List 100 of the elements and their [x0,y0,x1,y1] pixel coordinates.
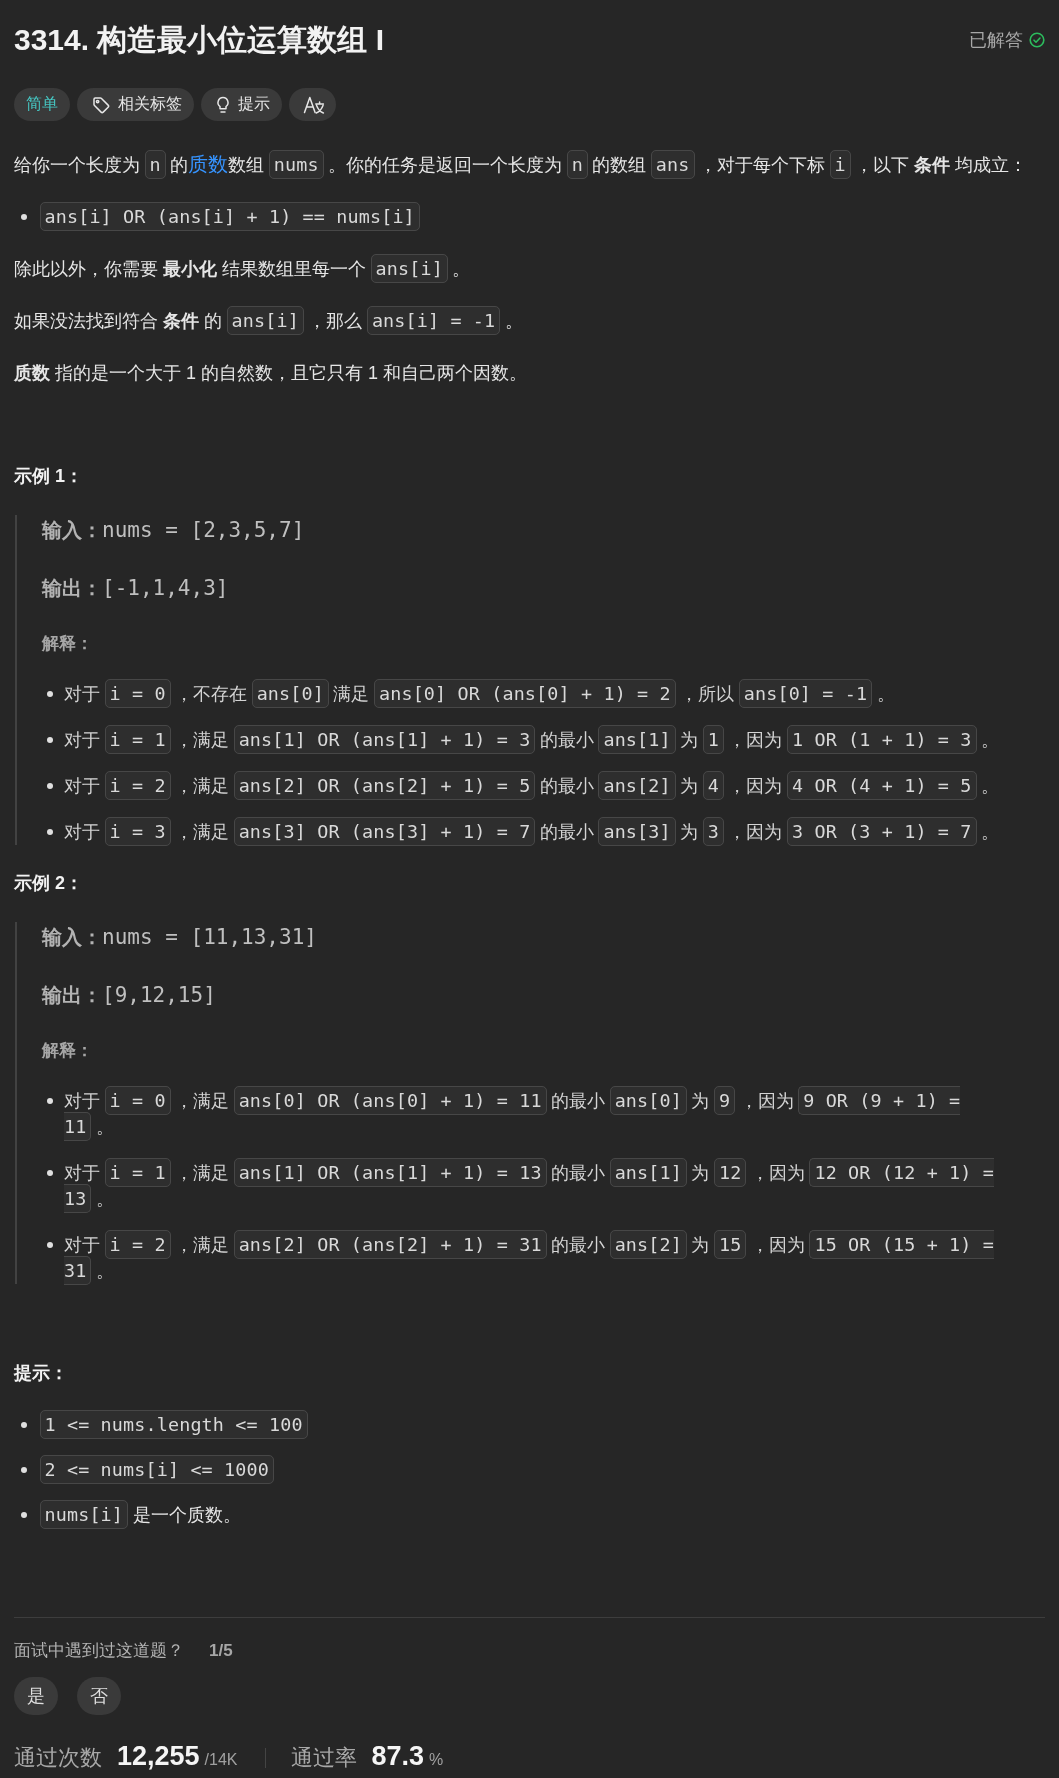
example-heading: 示例 1： [14,465,84,488]
inline-code: i = 2 [104,771,171,800]
bullet-icon [21,1422,27,1428]
inline-code: ans[2] OR (ans[2] + 1) = 31 [233,1230,547,1259]
inline-code: ans[0] = -1 [738,679,873,708]
explanation-text: ，满足 [175,1235,230,1255]
description-text: ，以下 条件 均成立： [855,155,1028,175]
difficulty-tag: 简单 [14,88,70,121]
stat-value: 87.3 [371,1740,425,1773]
constraints-heading: 提示： [14,1362,69,1385]
inline-code: 15 [713,1230,747,1259]
inline-code: ans[1] [609,1158,687,1187]
explanation-text: ，因为 [739,1091,794,1111]
inline-code: ans[2] [609,1230,687,1259]
explanation-text: 为 [691,1235,710,1255]
stat-value: 12,255 [117,1740,200,1773]
explanation-text: 。 [95,1117,114,1137]
stat-unit: /14K [204,1750,238,1770]
inline-code: ans[1] OR (ans[1] + 1) = 3 [233,725,536,754]
explanation-text: ，所以 [680,684,735,704]
inline-code: ans[2] [598,771,676,800]
description-text: ，那么 [308,311,363,331]
inline-code: i [829,150,851,179]
explanation-text: 为 [691,1091,710,1111]
explanation-text: ，因为 [728,822,783,842]
inline-code: 3 [702,817,724,846]
constraint-text: 是一个质数。 [132,1505,241,1525]
explanation-text: ，满足 [175,822,230,842]
inline-code: 2 <= nums[i] <= 1000 [39,1455,274,1484]
stat-label: 通过次数 [14,1745,102,1772]
hint-button[interactable]: 提示 [201,88,282,121]
answer-button[interactable]: 否 [77,1677,121,1715]
stat-unit: % [429,1750,444,1770]
bullet-icon [21,1467,27,1473]
term-link[interactable]: 质数 [188,153,229,175]
explanation-text: 的最小 [539,822,594,842]
description-text: 数组 [228,155,265,175]
description-text: ，对于每个下标 [699,155,826,175]
explanation-text: 的最小 [539,730,594,750]
inline-code: 4 [702,771,724,800]
input-label: 输入： [42,926,102,948]
description-text: 。你的任务是返回一个长度为 [328,155,563,175]
inline-code: 1 OR (1 + 1) = 3 [787,725,977,754]
bullet-icon [47,828,53,835]
feedback-question: 面试中遇到过这道题？ [14,1640,184,1662]
explanation-label: 解释： [42,1040,94,1062]
bullet-icon [47,1241,53,1248]
input-label: 输入： [42,519,102,541]
inline-code: i = 0 [104,679,171,708]
inline-code: 1 [702,725,724,754]
description-text: 给你一个长度为 [14,155,140,175]
inline-code: i = 3 [104,817,171,846]
inline-code: i = 1 [104,725,171,754]
problem-title: 3314. 构造最小位运算数组 I [14,22,385,58]
inline-code: ans[2] OR (ans[2] + 1) = 5 [233,771,536,800]
topics-button[interactable]: 相关标签 [77,88,194,121]
explanation-text: 对于 [64,1091,100,1111]
explanation-text: 对于 [64,730,100,750]
explanation-text: 对于 [64,1163,100,1183]
inline-code: ans[i] [370,254,448,283]
inline-code: 3 OR (3 + 1) = 7 [787,817,977,846]
description-text: 的数组 [592,155,647,175]
stat-label: 通过率 [290,1745,357,1772]
bullet-icon [47,690,53,697]
solved-status: 已解答 [969,29,1023,52]
translate-button[interactable] [289,88,336,121]
explanation-text: ，因为 [728,730,783,750]
explanation-text: 。 [95,1189,114,1209]
explanation-text: 对于 [64,1235,100,1255]
explanation-text: 。 [95,1261,114,1281]
explanation-text: ，满足 [175,1163,230,1183]
explanation-text: 对于 [64,822,100,842]
bullet-icon [21,214,27,220]
inline-code: ans[0] [609,1086,687,1115]
explanation-text: ，不存在 [175,684,248,704]
inline-code: ans[1] [598,725,676,754]
lightbulb-icon [216,95,230,114]
inline-code: n [144,150,166,179]
explanation-text: 为 [680,730,699,750]
output-value: [9,12,15] [102,983,216,1007]
inline-code: i = 1 [104,1158,171,1187]
inline-code: n [566,150,588,179]
output-label: 输出： [42,984,102,1006]
inline-code: i = 2 [104,1230,171,1259]
input-value: nums = [11,13,31] [102,925,317,949]
explanation-text: ，因为 [750,1235,805,1255]
answer-button[interactable]: 是 [14,1677,58,1715]
explanation-text: 对于 [64,684,100,704]
explanation-text: 为 [680,822,699,842]
output-value: [-1,1,4,3] [102,576,229,600]
inline-code: ans[3] OR (ans[3] + 1) = 7 [233,817,536,846]
explanation-text: 。 [981,776,1000,796]
explanation-text: 对于 [64,776,100,796]
explanation-label: 解释： [42,633,94,655]
translate-icon [303,94,325,115]
output-label: 输出： [42,577,102,599]
inline-code: 9 [713,1086,736,1115]
description-text: 的 [170,155,189,175]
inline-code: ans [650,150,695,179]
inline-code: i = 0 [104,1086,171,1115]
